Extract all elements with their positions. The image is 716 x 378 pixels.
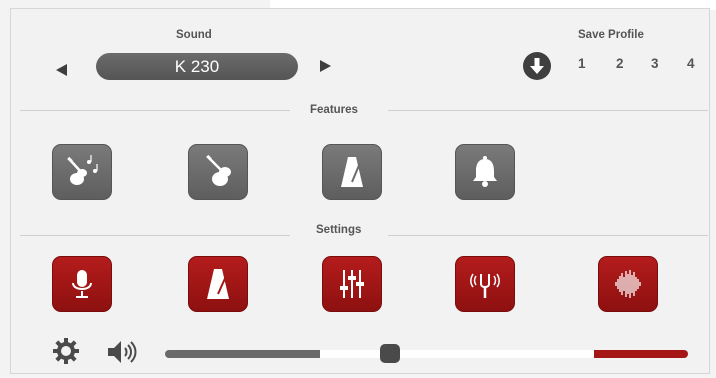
speaker-icon[interactable] [106, 338, 140, 366]
profile-2[interactable]: 2 [616, 56, 624, 71]
waveform-icon [615, 270, 641, 298]
settings-label: Settings [316, 224, 362, 236]
violin-music-icon [67, 155, 98, 185]
next-sound-arrow-icon[interactable] [320, 60, 331, 72]
profile-1[interactable]: 1 [578, 56, 586, 71]
slider-filled-segment [165, 350, 320, 358]
equalizer-icon [340, 270, 364, 298]
setting-metronome-button[interactable] [188, 256, 248, 312]
microphone-icon [72, 270, 92, 298]
previous-sound-arrow-icon[interactable] [56, 64, 67, 76]
feature-metronome-button[interactable] [322, 144, 382, 200]
feature-violin-button[interactable] [188, 144, 248, 200]
feature-bell-button[interactable] [455, 144, 515, 200]
download-icon[interactable] [523, 52, 551, 80]
features-label: Features [310, 104, 358, 116]
app-panel: Sound K 230 Save Profile 1 2 3 4 Feature… [0, 0, 716, 378]
volume-slider-track[interactable] [165, 350, 688, 358]
setting-waveform-button[interactable] [598, 256, 658, 312]
violin-icon [206, 154, 231, 186]
sound-selector[interactable]: K 230 [96, 53, 298, 80]
setting-microphone-button[interactable] [52, 256, 112, 312]
bell-icon [473, 156, 497, 187]
features-divider-left [20, 110, 290, 111]
volume-slider-thumb[interactable] [380, 344, 400, 363]
profile-4[interactable]: 4 [687, 56, 695, 71]
feature-violin-music-button[interactable] [52, 144, 112, 200]
metronome-icon [207, 269, 229, 299]
metronome-icon [341, 157, 363, 187]
settings-divider-left [20, 235, 290, 236]
profile-3[interactable]: 3 [651, 56, 659, 71]
features-divider-right [388, 110, 708, 111]
setting-equalizer-button[interactable] [322, 256, 382, 312]
gear-icon[interactable] [52, 337, 80, 365]
tuning-fork-icon [470, 273, 500, 298]
setting-tuning-fork-button[interactable] [455, 256, 515, 312]
save-profile-label: Save Profile [578, 29, 644, 41]
slider-empty-segment [320, 350, 594, 358]
settings-divider-right [388, 235, 708, 236]
sound-label: Sound [176, 29, 212, 41]
slider-red-segment [594, 350, 688, 358]
